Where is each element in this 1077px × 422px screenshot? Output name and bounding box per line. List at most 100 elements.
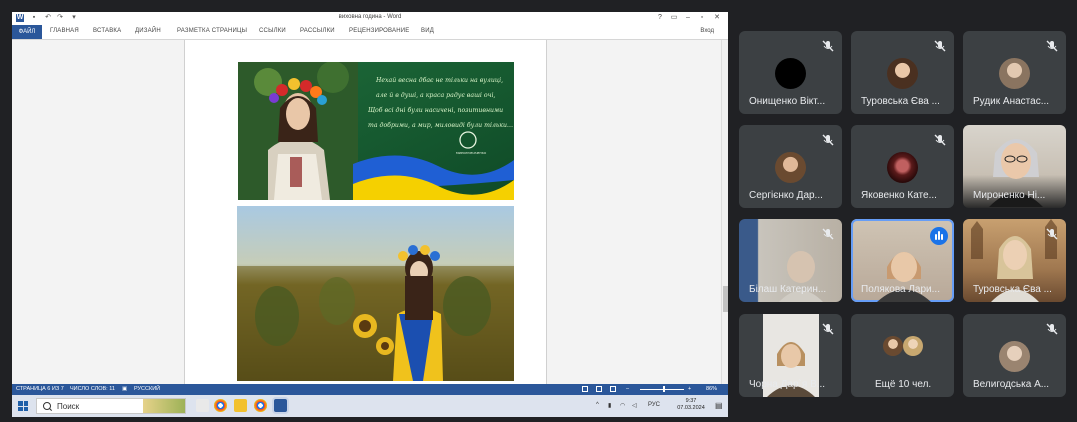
avatar xyxy=(903,336,923,356)
mic-off-icon xyxy=(822,134,834,146)
more-participants-label: Ещё 10 чел. xyxy=(875,379,932,390)
clock-date: 07.03.2024 xyxy=(677,405,705,411)
participant-video-tile[interactable]: Чорна Дар`я В... xyxy=(739,314,842,397)
participant-tile[interactable]: Рудик Анастас... xyxy=(963,31,1066,114)
tab-design[interactable]: ДИЗАЙН xyxy=(135,28,161,34)
mic-off-icon xyxy=(822,228,834,240)
read-mode-icon[interactable] xyxy=(582,386,588,392)
status-bar: СТРАНИЦА 6 ИЗ 7 ЧИСЛО СЛОВ: 11 ▣ РУССКИЙ… xyxy=(12,384,728,395)
taskbar-search-box[interactable]: Поиск xyxy=(36,398,186,414)
web-layout-icon[interactable] xyxy=(610,386,616,392)
mic-off-icon xyxy=(822,40,834,52)
title-bar: W ▪ ↶ ↷ ▾ виховна година - Word ? ▭ – ▫ … xyxy=(12,12,728,25)
avatar xyxy=(999,341,1030,372)
taskbar-clock[interactable]: 9:37 07.03.2024 xyxy=(674,398,708,412)
document-page[interactable]: Нехай весна дбає не тільки на вулиці, ал… xyxy=(184,40,547,384)
poem-line-1: Нехай весна дбає не тільки на вулиці, xyxy=(375,77,503,84)
start-menu-icon[interactable] xyxy=(18,401,28,411)
participant-name: Сергієнко Дар... xyxy=(749,190,823,201)
zoom-in-icon[interactable]: + xyxy=(688,386,691,392)
mic-off-icon xyxy=(1046,228,1058,240)
mic-off-icon xyxy=(822,323,834,335)
tab-view[interactable]: ВИД xyxy=(421,28,434,34)
mic-off-icon xyxy=(1046,323,1058,335)
participant-name: Туровська Єва ... xyxy=(861,96,940,107)
document-image-greeting[interactable]: Нехай весна дбає не тільки на вулиці, ал… xyxy=(238,62,514,200)
notifications-icon[interactable]: ▤ xyxy=(715,401,723,410)
tab-mailings[interactable]: РАССЫЛКИ xyxy=(300,28,335,34)
show-hidden-icons-icon[interactable]: ^ xyxy=(596,402,599,408)
avatar xyxy=(887,58,918,89)
volume-icon[interactable]: ◁ xyxy=(632,402,637,409)
ribbon-options-icon[interactable]: ▭ xyxy=(668,13,680,23)
maximize-icon[interactable]: ▫ xyxy=(696,13,708,23)
close-icon[interactable]: ✕ xyxy=(711,13,723,23)
scrollbar-thumb[interactable] xyxy=(723,286,728,312)
participant-name: Туровська Єва ... xyxy=(973,284,1052,295)
participant-video-tile[interactable]: Туровська Єва ... xyxy=(963,219,1066,302)
clock-time: 9:37 xyxy=(685,398,697,404)
proofing-icon[interactable]: ▣ xyxy=(122,386,127,392)
avatar xyxy=(883,336,903,356)
search-placeholder: Поиск xyxy=(57,402,80,411)
page-counter[interactable]: СТРАНИЦА 6 ИЗ 7 xyxy=(16,386,64,392)
tab-layout[interactable]: РАЗМЕТКА СТРАНИЦЫ xyxy=(177,28,247,34)
participant-name: Яковенко Кате... xyxy=(861,190,937,201)
more-participants-tile[interactable]: Ещё 10 чел. xyxy=(851,314,954,397)
participant-name: Рудик Анастас... xyxy=(973,96,1050,107)
zoom-level[interactable]: 86% xyxy=(706,386,717,392)
zoom-out-icon[interactable]: – xyxy=(626,386,629,392)
tab-references[interactable]: ССЫЛКИ xyxy=(259,28,286,34)
participant-name: Білаш Катерин... xyxy=(749,284,827,295)
network-icon[interactable]: ▮ xyxy=(608,402,611,409)
participant-tile[interactable]: Туровська Єва ... xyxy=(851,31,954,114)
zoom-slider[interactable] xyxy=(640,389,684,390)
print-layout-icon[interactable] xyxy=(596,386,602,392)
document-area: Нехай весна дбає не тільки на вулиці, ал… xyxy=(12,40,721,384)
tab-file[interactable]: ФАЙЛ xyxy=(12,25,42,39)
participant-name: Полякова Лари... xyxy=(861,284,940,295)
participant-video-tile[interactable]: Полякова Лари... xyxy=(851,219,954,302)
word-count[interactable]: ЧИСЛО СЛОВ: 11 xyxy=(70,386,115,392)
wifi-icon[interactable]: ◠ xyxy=(620,402,625,409)
zoom-slider-knob[interactable] xyxy=(663,386,665,392)
participant-tile[interactable]: Яковенко Кате... xyxy=(851,125,954,208)
participant-tile[interactable]: Сергієнко Дар... xyxy=(739,125,842,208)
word-window: W ▪ ↶ ↷ ▾ виховна година - Word ? ▭ – ▫ … xyxy=(12,12,728,417)
participant-video-tile[interactable]: Мироненко Ні... xyxy=(963,125,1066,208)
document-image-sunflowers[interactable] xyxy=(237,206,514,381)
participant-tile[interactable]: Онищенко Вікт... xyxy=(739,31,842,114)
avatar xyxy=(775,152,806,183)
help-icon[interactable]: ? xyxy=(654,13,666,23)
tab-review[interactable]: РЕЦЕНЗИРОВАНИЕ xyxy=(349,28,410,34)
participant-name: Велигодська А... xyxy=(973,379,1050,390)
tab-insert[interactable]: ВСТАВКА xyxy=(93,28,121,34)
sign-in-link[interactable]: Вход xyxy=(700,28,714,34)
poem-line-2: але й в душі, а краса радує ваші очі, xyxy=(376,92,495,99)
avatar xyxy=(775,58,806,89)
speaking-indicator-icon xyxy=(930,227,948,245)
minimize-icon[interactable]: – xyxy=(682,13,694,23)
participant-name: Чорна Дар`я В... xyxy=(749,379,826,390)
tab-home[interactable]: ГЛАВНАЯ xyxy=(50,28,79,34)
window-title: виховна година - Word xyxy=(338,14,402,20)
mic-off-icon xyxy=(934,40,946,52)
search-icon xyxy=(43,402,51,410)
participant-video-tile[interactable]: Білаш Катерин... xyxy=(739,219,842,302)
chrome-icon[interactable] xyxy=(214,399,227,412)
mic-off-icon xyxy=(934,134,946,146)
avatar xyxy=(887,152,918,183)
chrome-icon-2[interactable] xyxy=(254,399,267,412)
word-taskbar-icon[interactable] xyxy=(274,399,287,412)
task-view-icon[interactable] xyxy=(196,399,209,412)
poem-line-4: та добрими, а мир, миловиді були тільки… xyxy=(368,122,513,129)
vertical-scrollbar[interactable] xyxy=(721,40,728,384)
logo-caption: МИРОЛЮБЧІЧЕНКО xyxy=(456,151,487,155)
keyboard-language[interactable]: РУС xyxy=(648,402,660,408)
search-highlight-image xyxy=(143,399,185,413)
language-status[interactable]: РУССКИЙ xyxy=(134,386,160,392)
ribbon-tabs: ФАЙЛ ГЛАВНАЯ ВСТАВКА ДИЗАЙН РАЗМЕТКА СТР… xyxy=(12,25,728,40)
avatar xyxy=(999,58,1030,89)
file-explorer-icon[interactable] xyxy=(234,399,247,412)
participant-tile[interactable]: Велигодська А... xyxy=(963,314,1066,397)
